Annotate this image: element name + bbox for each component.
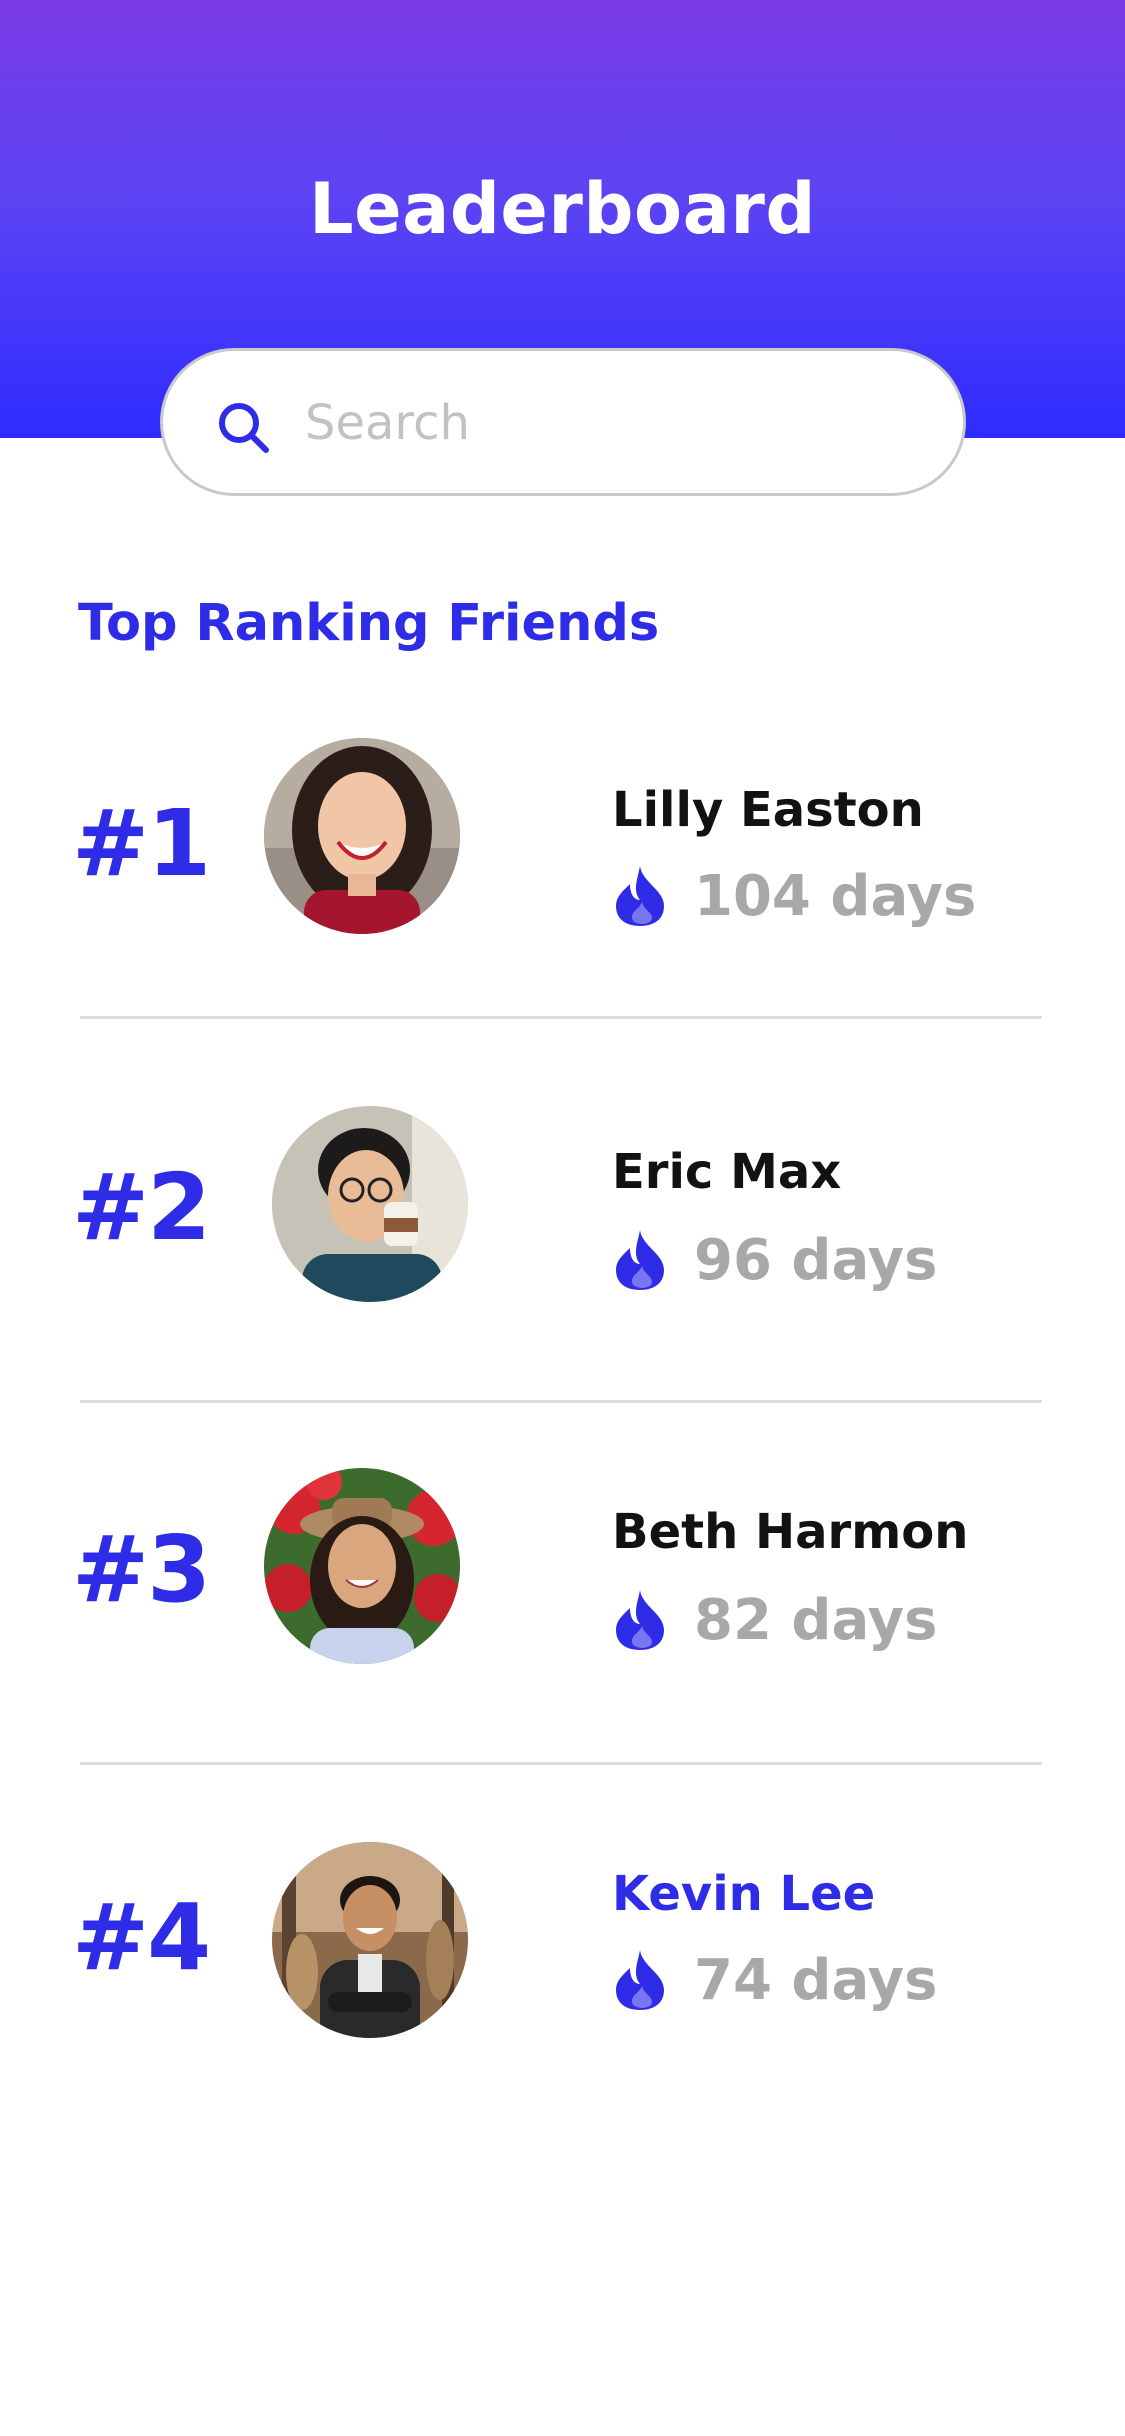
divider	[80, 1016, 1042, 1019]
streak-info: 96 days	[612, 1224, 937, 1296]
rank-label: #4	[72, 1884, 211, 1991]
leaderboard-row[interactable]: #2 Eric Max 96 days	[0, 1088, 1125, 1348]
flame-icon	[616, 1950, 664, 2010]
divider	[80, 1762, 1042, 1765]
leaderboard-row[interactable]: #1 Lilly Easton 104 days	[0, 720, 1125, 980]
streak-info: 74 days	[612, 1944, 937, 2016]
streak-info: 82 days	[612, 1584, 937, 1656]
section-title: Top Ranking Friends	[78, 594, 660, 653]
search-input[interactable]	[305, 381, 905, 465]
rank-label: #1	[72, 790, 211, 897]
page-title: Leaderboard	[309, 168, 816, 250]
streak-days: 74 days	[694, 1947, 938, 2013]
avatar	[272, 1106, 468, 1302]
streak-days: 96 days	[694, 1227, 938, 1293]
streak-days: 104 days	[694, 863, 977, 929]
avatar	[272, 1842, 468, 2038]
flame-icon	[616, 1590, 664, 1650]
leaderboard-row[interactable]: #4 Kevin Lee 74 days	[0, 1820, 1125, 2080]
search-bar[interactable]	[160, 348, 966, 496]
search-icon	[219, 403, 269, 453]
leaderboard-screen: Leaderboard Top Ranking Friends #1 Lilly…	[0, 0, 1125, 2436]
flame-icon	[616, 1230, 664, 1290]
friend-name: Lilly Easton	[612, 782, 924, 838]
streak-info: 104 days	[612, 860, 976, 932]
leaderboard-row[interactable]: #3 Beth Harmon 82 days	[0, 1448, 1125, 1708]
streak-days: 82 days	[694, 1587, 938, 1653]
friend-name: Eric Max	[612, 1144, 842, 1200]
avatar	[264, 1468, 460, 1664]
friend-name: Beth Harmon	[612, 1504, 969, 1560]
friend-name: Kevin Lee	[612, 1866, 876, 1922]
divider	[80, 1400, 1042, 1403]
flame-icon	[616, 866, 664, 926]
rank-label: #3	[72, 1516, 211, 1623]
avatar	[264, 738, 460, 934]
rank-label: #2	[72, 1154, 211, 1261]
